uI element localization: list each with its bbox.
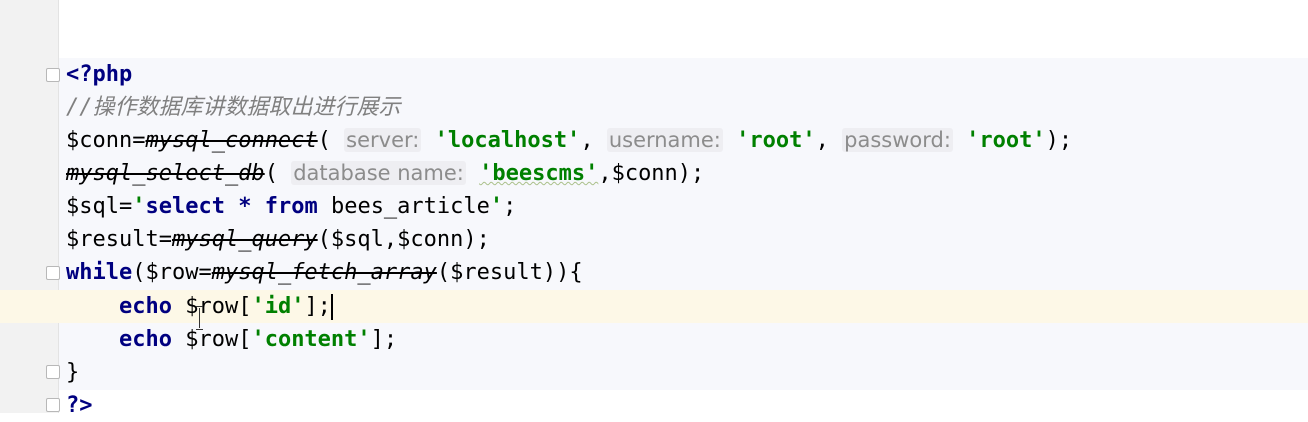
arg-database: 'beescms' [479,161,599,186]
sql-quote-open: ' [132,194,146,219]
conn-sep-2: , [815,128,829,153]
echo-content-key: 'content' [251,327,371,352]
echo-id-end: ]; [304,294,331,319]
sql-keyword-from: from [264,194,318,219]
conn-close: ); [1045,128,1073,153]
mouse-ibeam-cursor-icon [196,306,204,330]
mysql-select-db-function: mysql_select_db [66,161,265,186]
conn-assign: $conn= [66,128,146,153]
select-db-open-paren: ( [264,161,278,186]
code-line-7[interactable]: while($row=mysql_fetch_array($result)){ [66,256,583,289]
conn-open-paren: ( [317,128,331,153]
editor-gutter [0,0,58,413]
fold-open-icon[interactable] [46,68,60,82]
while-pre: ($row= [132,260,212,285]
sql-keyword-select: select [145,194,225,219]
code-line-2[interactable]: //操作数据库讲数据取出进行展示 [66,91,401,124]
code-line-3[interactable]: $conn=mysql_connect( server: 'localhost'… [66,124,1072,157]
echo-content-var: $row[ [185,327,252,352]
while-post: ($result)){ [436,260,583,285]
code-comment: //操作数据库讲数据取出进行展示 [66,95,401,120]
arg-password: 'root' [966,128,1046,153]
echo-keyword-1: echo [118,294,172,319]
param-hint-username: username: [606,128,723,152]
result-assign: $result= [66,227,172,252]
mysql-query-function: mysql_query [171,227,318,252]
echo-id-key: 'id' [251,294,305,319]
sql-star: * [238,194,252,219]
param-hint-server: server: [344,128,422,152]
sql-table-name: bees_article [330,194,490,219]
arg-username: 'root' [736,128,816,153]
sql-end: ; [503,194,517,219]
echo-content-end: ]; [370,327,398,352]
close-brace: } [66,360,80,385]
echo-keyword-2: echo [118,327,172,352]
code-editor[interactable]: <?php //操作数据库讲数据取出进行展示 $conn=mysql_conne… [0,0,1308,418]
param-hint-database: database name: [291,161,466,185]
fold-close-tag-icon[interactable] [46,398,60,412]
code-line-4[interactable]: mysql_select_db( database name: 'beescms… [66,157,704,190]
php-close-tag: ?> [66,393,93,418]
php-open-tag: <?php [66,62,133,87]
sql-quote-close: ' [489,194,504,219]
sql-assign: $sql= [66,194,133,219]
code-line-10[interactable]: } [66,356,79,389]
param-hint-password: password: [842,128,953,152]
mysql-connect-function: mysql_connect [145,128,318,153]
code-line-11[interactable]: ?> [66,389,93,422]
code-line-1[interactable]: <?php [66,58,132,91]
mysql-fetch-array-function: mysql_fetch_array [211,260,437,285]
conn-sep-1: , [580,128,594,153]
while-keyword: while [66,260,133,285]
fold-close-brace-icon[interactable] [46,365,60,379]
code-line-9[interactable]: echo $row['content']; [66,323,397,356]
fold-while-icon[interactable] [46,266,60,280]
result-args: ($sql,$conn); [317,227,490,252]
code-line-5[interactable]: $sql='select * from bees_article'; [66,190,516,223]
arg-server: 'localhost' [434,128,581,153]
code-line-6[interactable]: $result=mysql_query($sql,$conn); [66,223,490,256]
select-db-rest: ,$conn); [598,161,705,186]
text-caret [330,294,333,320]
